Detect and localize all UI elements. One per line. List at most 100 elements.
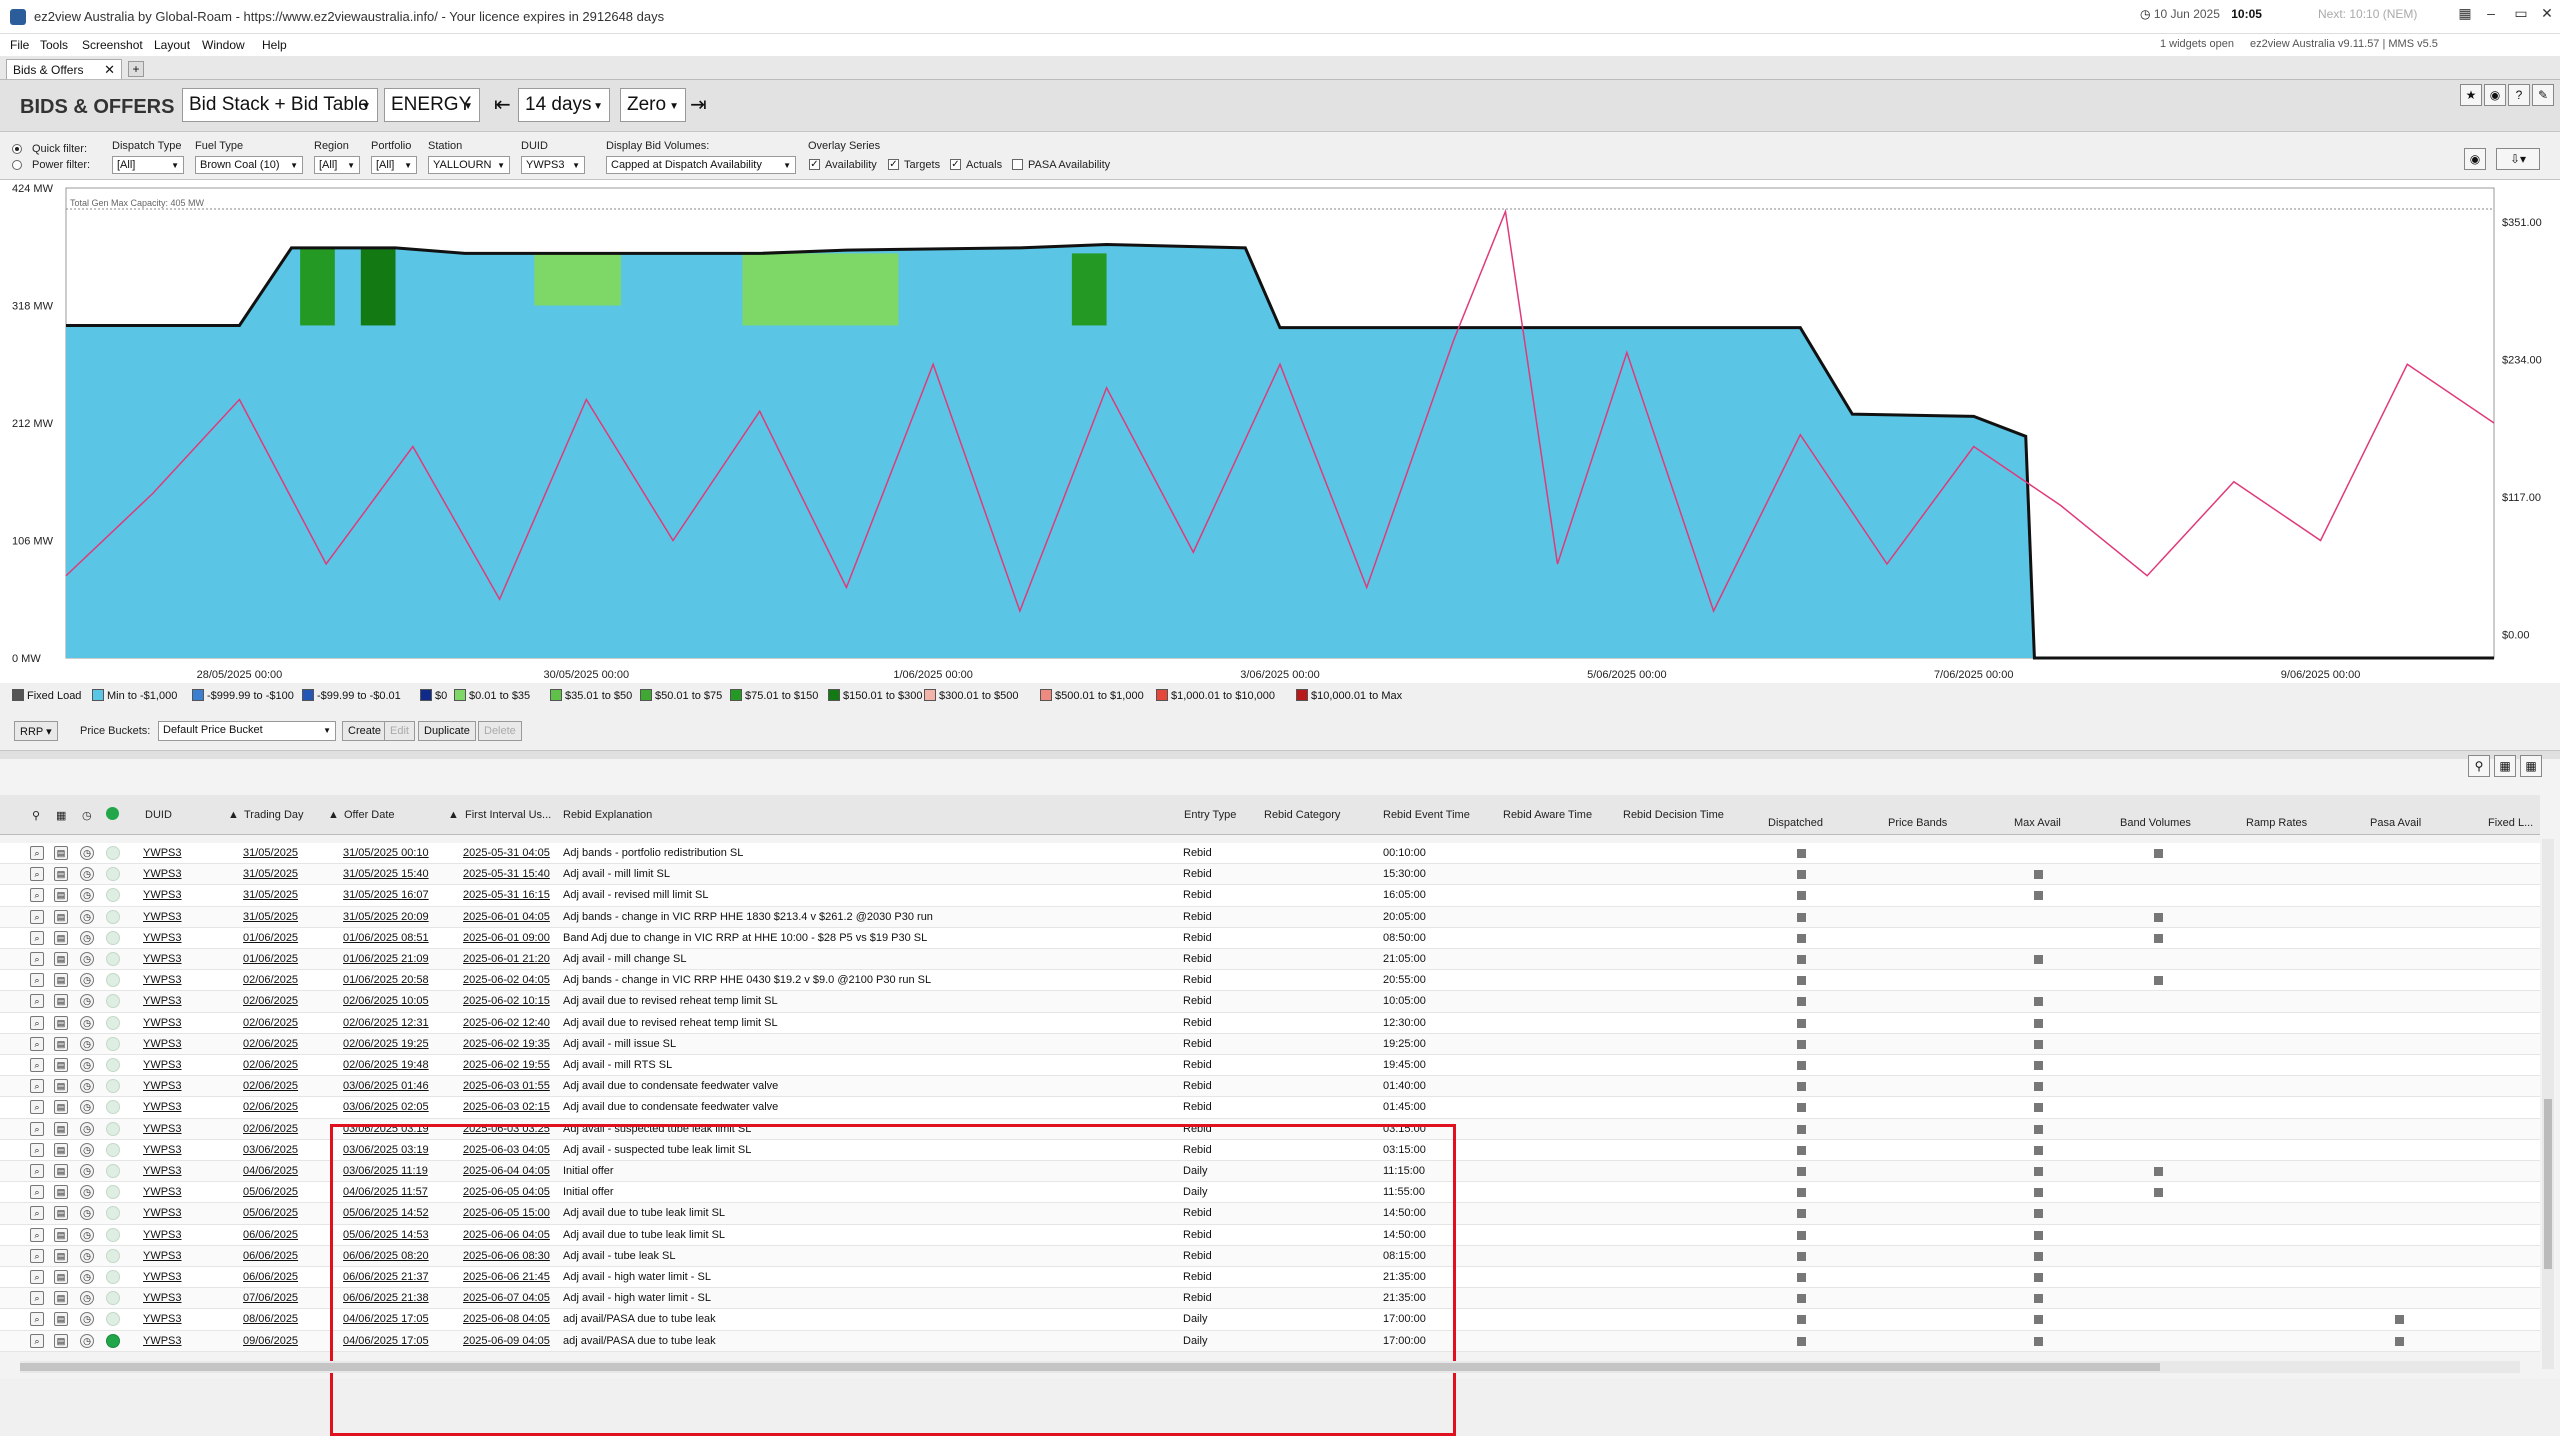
history-icon[interactable]: ◷ <box>80 994 94 1009</box>
cell-offer-date[interactable]: 31/05/2025 00:10 <box>343 847 429 859</box>
table-row[interactable]: ⌕ ▤ ◷ YWPS3 09/06/2025 04/06/2025 17:05 2025-0… <box>0 1330 2540 1352</box>
max-avail-marker[interactable] <box>2034 870 2043 880</box>
menu-screenshot[interactable]: Screenshot <box>82 38 143 52</box>
table-row[interactable]: ⌕ ▤ ◷ YWPS3 31/05/2025 31/05/2025 20:09 2025-0… <box>0 906 2540 928</box>
cell-first-interval[interactable]: 2025-06-02 19:55 <box>463 1059 550 1071</box>
cell-trading-day[interactable]: 03/06/2025 <box>243 1144 298 1156</box>
cell-trading-day[interactable]: 04/06/2025 <box>243 1165 298 1177</box>
cell-offer-date[interactable]: 01/06/2025 20:58 <box>343 974 429 986</box>
col-offer-date[interactable]: Offer Date <box>344 809 395 821</box>
cell-first-interval[interactable]: 2025-06-09 04:05 <box>463 1335 550 1347</box>
max-avail-marker[interactable] <box>2034 1188 2043 1198</box>
vertical-scrollbar[interactable] <box>2542 839 2554 1369</box>
menu-layout[interactable]: Layout <box>154 38 190 52</box>
cell-offer-date[interactable]: 02/06/2025 12:31 <box>343 1017 429 1029</box>
history-icon[interactable]: ◷ <box>80 1121 94 1136</box>
history-icon[interactable]: ◷ <box>80 1227 94 1242</box>
dispatched-marker[interactable] <box>1797 1103 1806 1113</box>
details-icon[interactable]: ▤ <box>54 909 68 924</box>
cell-first-interval[interactable]: 2025-05-31 04:05 <box>463 847 550 859</box>
details-icon[interactable]: ▤ <box>54 1185 68 1200</box>
max-avail-marker[interactable] <box>2034 1103 2043 1113</box>
actuals-checkbox[interactable]: ✓ <box>950 159 961 170</box>
cell-offer-date[interactable]: 03/06/2025 01:46 <box>343 1080 429 1092</box>
cell-trading-day[interactable]: 09/06/2025 <box>243 1335 298 1347</box>
col-max-avail[interactable]: Max Avail <box>2014 817 2061 829</box>
magnify-icon[interactable]: ⌕ <box>30 1227 44 1242</box>
magnify-icon[interactable]: ⌕ <box>30 1185 44 1200</box>
clock-icon[interactable]: ◷ <box>82 809 92 822</box>
band-volumes-marker[interactable] <box>2154 1188 2163 1198</box>
dispatched-marker[interactable] <box>1797 933 1806 943</box>
cell-trading-day[interactable]: 31/05/2025 <box>243 911 298 923</box>
pasa-avail-marker[interactable] <box>2395 1315 2404 1325</box>
cell-trading-day[interactable]: 06/06/2025 <box>243 1271 298 1283</box>
edit-button[interactable]: Edit <box>384 721 415 741</box>
history-icon[interactable]: ◷ <box>80 1206 94 1221</box>
cell-offer-date[interactable]: 04/06/2025 11:57 <box>343 1186 428 1198</box>
details-icon[interactable]: ▤ <box>54 1333 68 1348</box>
dispatched-marker[interactable] <box>1797 1188 1806 1198</box>
cell-trading-day[interactable]: 02/06/2025 <box>243 1123 298 1135</box>
table-row[interactable]: ⌕ ▤ ◷ YWPS3 31/05/2025 31/05/2025 00:10 2025-0… <box>0 843 2540 865</box>
camera-icon[interactable]: ◉ <box>2484 84 2506 106</box>
fuel-type-select[interactable]: Brown Coal (10) ▼ <box>195 156 303 174</box>
cell-first-interval[interactable]: 2025-06-08 04:05 <box>463 1313 550 1325</box>
details-icon[interactable]: ▤ <box>54 1100 68 1115</box>
dispatched-marker[interactable] <box>1797 1082 1806 1092</box>
cell-duid[interactable]: YWPS3 <box>143 911 182 923</box>
history-icon[interactable]: ◷ <box>80 1079 94 1094</box>
history-icon[interactable]: ◷ <box>80 888 94 903</box>
details-icon[interactable]: ▤ <box>54 1312 68 1327</box>
cell-offer-date[interactable]: 03/06/2025 03:19 <box>343 1123 429 1135</box>
magnify-icon[interactable]: ⌕ <box>30 909 44 924</box>
dispatched-marker[interactable] <box>1797 1294 1806 1304</box>
cell-duid[interactable]: YWPS3 <box>143 1017 182 1029</box>
magnify-icon[interactable]: ⌕ <box>30 888 44 903</box>
create-button[interactable]: Create <box>342 721 388 741</box>
magnify-icon[interactable]: ⌕ <box>30 1121 44 1136</box>
cell-offer-date[interactable]: 31/05/2025 20:09 <box>343 911 429 923</box>
col-rebid-category[interactable]: Rebid Category <box>1264 809 1340 821</box>
max-avail-marker[interactable] <box>2034 1273 2043 1282</box>
table-row[interactable]: ⌕ ▤ ◷ YWPS3 02/06/2025 02/06/2025 10:05 2025-0… <box>0 991 2540 1013</box>
cell-first-interval[interactable]: 2025-06-03 04:05 <box>463 1144 550 1156</box>
details-icon[interactable]: ▤ <box>54 973 68 988</box>
cell-offer-date[interactable]: 02/06/2025 19:48 <box>343 1059 429 1071</box>
col-rebid-event-time[interactable]: Rebid Event Time <box>1383 809 1470 821</box>
table-row[interactable]: ⌕ ▤ ◷ YWPS3 03/06/2025 03/06/2025 03:19 2025-0… <box>0 1139 2540 1161</box>
region-select[interactable]: [All] ▼ <box>314 156 360 174</box>
table-row[interactable]: ⌕ ▤ ◷ YWPS3 02/06/2025 01/06/2025 20:58 2025-0… <box>0 970 2540 992</box>
details-icon[interactable]: ▤ <box>54 1248 68 1263</box>
max-avail-marker[interactable] <box>2034 1039 2043 1049</box>
cell-duid[interactable]: YWPS3 <box>143 1207 182 1219</box>
cell-first-interval[interactable]: 2025-06-06 08:30 <box>463 1250 550 1262</box>
magnify-icon[interactable]: ⌕ <box>30 930 44 945</box>
minimize-button[interactable]: – <box>2476 5 2506 27</box>
cell-first-interval[interactable]: 2025-06-02 10:15 <box>463 995 550 1007</box>
cell-offer-date[interactable]: 06/06/2025 08:20 <box>343 1250 429 1262</box>
col-ramp-rates[interactable]: Ramp Rates <box>2246 817 2307 829</box>
cell-offer-date[interactable]: 06/06/2025 21:37 <box>343 1271 429 1283</box>
table-row[interactable]: ⌕ ▤ ◷ YWPS3 04/06/2025 03/06/2025 11:19 2025-0… <box>0 1161 2540 1183</box>
col-pasa-avail[interactable]: Pasa Avail <box>2370 817 2421 829</box>
col-first-interval[interactable]: First Interval Us... <box>465 809 551 821</box>
band-volumes-marker[interactable] <box>2154 849 2163 858</box>
market-select[interactable]: ENERGY ▼ <box>384 88 480 122</box>
magnify-icon[interactable]: ⌕ <box>30 1270 44 1284</box>
cell-duid[interactable]: YWPS3 <box>143 889 182 901</box>
cell-trading-day[interactable]: 31/05/2025 <box>243 889 298 901</box>
details-icon[interactable]: ▤ <box>54 1036 68 1051</box>
magnify-icon[interactable]: ⌕ <box>30 1079 44 1094</box>
history-icon[interactable]: ◷ <box>80 1333 94 1348</box>
quick-filter-radio[interactable] <box>12 144 22 154</box>
details-icon[interactable]: ▤ <box>54 930 68 945</box>
magnify-icon[interactable]: ⌕ <box>30 1058 44 1072</box>
grid-icon[interactable]: ▦ <box>2494 755 2516 777</box>
cell-trading-day[interactable]: 06/06/2025 <box>243 1250 298 1262</box>
sort-icon[interactable]: ▲ <box>228 809 239 821</box>
jump-end-icon[interactable]: ⇥ <box>690 92 707 117</box>
details-icon[interactable]: ▤ <box>54 846 68 860</box>
cell-trading-day[interactable]: 05/06/2025 <box>243 1186 298 1198</box>
details-icon[interactable]: ▤ <box>54 1058 68 1072</box>
